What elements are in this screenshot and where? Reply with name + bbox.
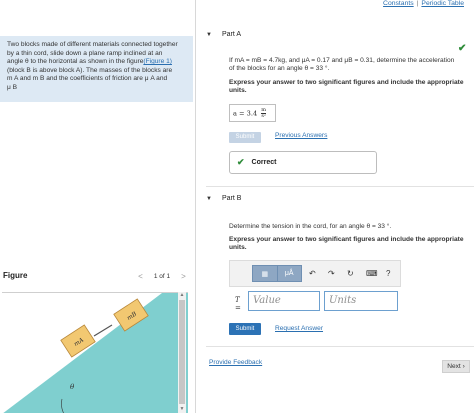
figure-pager: < 1 of 1 > xyxy=(136,270,188,283)
part-a-instructions: Express your answer to two significant f… xyxy=(229,79,474,96)
problem-line: by a thin cord, slide down a plane ramp … xyxy=(7,49,163,57)
part-a-submit-button: Submit xyxy=(229,132,261,143)
problem-panel: Two blocks made of different materials c… xyxy=(0,0,193,413)
mu-angstrom-icon: μÅ xyxy=(284,270,294,277)
part-b-submit-button[interactable]: Submit xyxy=(229,323,261,335)
part-a-header[interactable]: ▼ Part A xyxy=(206,31,241,38)
provide-feedback-link[interactable]: Provide Feedback xyxy=(209,359,262,366)
redo-icon[interactable]: ↷ xyxy=(328,269,335,278)
help-icon[interactable]: ? xyxy=(386,269,390,278)
figure-title: Figure xyxy=(3,271,28,280)
problem-line: m A and m B and the coefficients of fric… xyxy=(7,75,168,83)
figure-scrollbar[interactable]: ▲ ▼ xyxy=(178,292,186,413)
part-a-question: If mA = mB = 4.7kg, and μA = 0.17 and μB… xyxy=(229,57,474,74)
problem-statement: Two blocks made of different materials c… xyxy=(0,36,193,102)
correct-check-icon: ✔ xyxy=(237,157,245,167)
answer-unit: m s² xyxy=(261,108,267,119)
problem-line: Two blocks made of different materials c… xyxy=(7,41,178,48)
correct-label: Correct xyxy=(251,159,277,166)
figure-link[interactable]: (Figure 1) xyxy=(143,58,172,65)
figure-page-label: 1 of 1 xyxy=(153,273,171,280)
problem-line: (block B is above block A). The masses o… xyxy=(7,66,173,74)
scroll-down-icon[interactable]: ▼ xyxy=(178,406,186,413)
section-divider xyxy=(206,346,474,347)
ramp-diagram: mA mB θ xyxy=(3,293,188,413)
link-separator: | xyxy=(416,0,419,7)
units-input[interactable]: Units xyxy=(324,291,398,311)
collapse-caret-icon[interactable]: ▼ xyxy=(206,196,212,202)
constants-link[interactable]: Constants xyxy=(383,0,414,7)
next-button[interactable]: Next › xyxy=(442,360,470,373)
scroll-thumb[interactable] xyxy=(179,300,185,404)
part-a-title: Part A xyxy=(221,31,242,38)
undo-icon[interactable]: ↶ xyxy=(309,269,316,278)
value-input[interactable]: Value xyxy=(248,291,320,311)
equation-toolbar: ▦ μÅ ↶ ↷ ↻ ⌨ ? xyxy=(229,260,401,287)
variable-label: T = xyxy=(235,296,241,312)
previous-answers-link[interactable]: Previous Answers xyxy=(275,132,327,139)
periodic-table-link[interactable]: Periodic Table xyxy=(421,0,464,7)
problem-line: μ B xyxy=(7,83,18,91)
ramp xyxy=(3,293,188,413)
figure-canvas: mA mB θ xyxy=(2,292,188,413)
templates-button[interactable]: ▦ xyxy=(253,266,278,281)
part-b-header[interactable]: ▼ Part B xyxy=(206,195,241,202)
answer-lhs: a = xyxy=(233,109,245,118)
collapse-caret-icon[interactable]: ▼ xyxy=(206,32,212,38)
prev-figure-button[interactable]: < xyxy=(136,272,145,281)
correct-feedback: ✔ Correct xyxy=(229,151,377,174)
part-b-instructions: Express your answer to two significant f… xyxy=(229,236,474,253)
part-b-title: Part B xyxy=(221,195,242,202)
unit-denominator: s² xyxy=(261,113,266,119)
question-line: of the blocks for an angle θ = 33 °. xyxy=(229,65,330,73)
request-answer-link[interactable]: Request Answer xyxy=(275,325,323,332)
part-a-answer-display: a = 3.4 m s² xyxy=(229,104,276,122)
problem-line: angle θ to the horizontal as shown in th… xyxy=(7,58,189,67)
symbols-button[interactable]: μÅ xyxy=(278,266,302,281)
part-b-question: Determine the tension in the cord, for a… xyxy=(229,223,392,230)
instruction-line: units. xyxy=(229,244,247,252)
scroll-up-icon[interactable]: ▲ xyxy=(178,292,186,299)
instruction-line: Express your answer to two significant f… xyxy=(229,236,464,243)
instruction-line: Express your answer to two significant f… xyxy=(229,79,464,86)
reset-icon[interactable]: ↻ xyxy=(347,269,354,278)
template-group: ▦ μÅ xyxy=(252,265,302,282)
next-figure-button[interactable]: > xyxy=(179,272,188,281)
instruction-line: units. xyxy=(229,87,247,95)
part-divider xyxy=(206,186,474,187)
templates-icon: ▦ xyxy=(261,270,269,278)
question-panel: Constants | Periodic Table ▼ Part A ✔ If m… xyxy=(196,0,474,413)
top-links: Constants | Periodic Table xyxy=(383,0,464,7)
answer-value: 3.4 xyxy=(246,109,258,118)
problem-text: angle θ to the horizontal as shown in th… xyxy=(7,58,144,66)
part-complete-check-icon: ✔ xyxy=(458,43,467,54)
keyboard-icon[interactable]: ⌨ xyxy=(366,269,378,278)
